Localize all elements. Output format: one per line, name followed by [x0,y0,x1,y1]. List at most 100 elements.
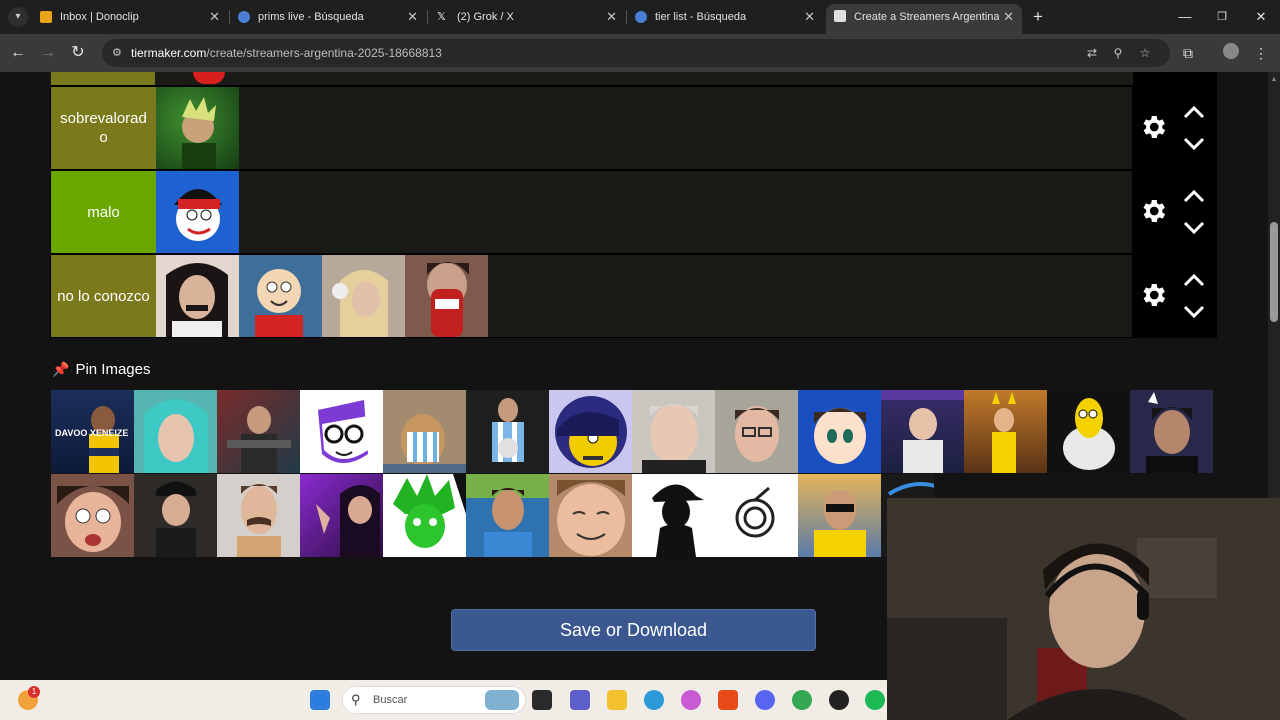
streamer-avatar-image [555,396,627,468]
gear-icon[interactable] [1138,196,1168,226]
tier-item[interactable] [322,255,405,337]
copilot-icon[interactable] [681,690,701,710]
streamer-avatar-image [814,490,866,557]
tier-label[interactable]: no lo conozco [51,255,156,337]
tier-item[interactable] [193,72,225,84]
teams-icon[interactable] [570,690,590,710]
tier-item[interactable] [405,255,488,337]
site-info-icon[interactable]: ⚙ [112,46,126,60]
forward-icon[interactable]: → [38,42,58,64]
browser-menu-icon[interactable]: ⋮ [1251,43,1271,63]
pool-item[interactable] [798,390,881,473]
pool-item[interactable] [300,474,383,557]
streamer-avatar-image [332,270,388,337]
pin-images-header[interactable]: 📌 Pin Images [52,359,150,379]
pool-item[interactable] [549,474,632,557]
streamer-avatar-image [166,263,228,337]
bookmark-star-icon[interactable]: ☆ [1137,45,1153,61]
url-text[interactable]: tiermaker.com/create/streamers-argentina… [131,39,442,67]
close-icon[interactable]: ✕ [804,5,815,29]
pool-item[interactable] [632,474,715,557]
pool-item[interactable] [1130,390,1213,473]
pool-item[interactable] [715,474,798,557]
tier-item[interactable] [156,171,239,253]
pool-item[interactable] [466,390,549,473]
mail-icon [40,11,52,23]
tab-tier-list-search[interactable]: tier list - Búsqueda ✕ [627,5,823,29]
tier-label[interactable]: malo [51,171,156,253]
streamer-avatar-image [393,474,466,548]
tab-inbox[interactable]: Inbox | Donoclip ✕ [32,5,228,29]
gear-icon[interactable] [1138,280,1168,310]
window-close-icon[interactable]: ✕ [1252,7,1270,27]
pool-item[interactable] [134,474,217,557]
discord-icon[interactable] [755,690,775,710]
chrome-icon[interactable] [792,690,812,710]
webcam-video [887,498,1280,720]
pool-item[interactable] [383,474,466,557]
save-or-download-button[interactable]: Save or Download [451,609,816,651]
pool-item[interactable] [51,474,134,557]
file-explorer-icon[interactable] [607,690,627,710]
move-up-icon[interactable] [1182,189,1206,203]
reload-icon[interactable]: ↻ [68,42,88,64]
taskbar-search[interactable]: ⚲ Buscar [342,686,526,714]
extensions-icon[interactable]: ⧉ [1178,43,1198,63]
pool-item-text: DAVOO XENEIZE [55,428,128,438]
move-down-icon[interactable] [1182,221,1206,235]
tab-search-menu-button[interactable]: ▾ [8,7,28,27]
move-up-icon[interactable] [1182,105,1206,119]
pool-item[interactable] [134,390,217,473]
pool-item[interactable] [881,390,964,473]
profile-avatar[interactable] [1221,43,1241,63]
tier-controls [1132,87,1216,169]
pool-item[interactable] [383,390,466,473]
translate-icon[interactable]: ⇄ [1084,45,1100,61]
minimize-icon[interactable]: — [1176,7,1194,27]
notification-badge: 1 [28,686,40,698]
restore-icon[interactable]: ❐ [1213,7,1231,27]
spotify-icon[interactable] [865,690,885,710]
pool-item[interactable] [715,390,798,473]
tab-prims-live[interactable]: prims live - Búsqueda ✕ [230,5,426,29]
tier-label[interactable]: sobrevalorad o [51,87,156,169]
pool-item[interactable] [632,390,715,473]
gear-icon[interactable] [1138,112,1168,142]
brave-icon[interactable] [718,690,738,710]
pool-item[interactable] [798,474,881,557]
windows-start-icon[interactable] [310,690,330,710]
pool-item[interactable] [300,390,383,473]
tab-grok[interactable]: 𝕏 (2) Grok / X ✕ [429,5,625,29]
close-icon[interactable]: ✕ [999,4,1014,30]
pool-item[interactable] [549,390,632,473]
obs-icon[interactable] [829,690,849,710]
pool-item[interactable] [964,390,1047,473]
pool-item[interactable] [466,474,549,557]
zoom-icon[interactable]: ⚲ [1110,45,1126,61]
address-bar[interactable]: ⚙ tiermaker.com/create/streamers-argenti… [102,39,1170,67]
new-tab-button[interactable]: + [1030,7,1046,27]
close-icon[interactable]: ✕ [209,5,220,29]
taskbar-search-placeholder: Buscar [373,694,408,706]
scrollbar-thumb[interactable] [1270,222,1278,322]
streamer-avatar-image [642,404,706,473]
task-view-icon[interactable] [532,690,552,710]
pool-item[interactable] [1047,390,1130,473]
back-icon[interactable]: ← [8,42,28,64]
scroll-up-icon[interactable]: ▲ [1270,76,1278,84]
tier-item[interactable] [239,255,322,337]
move-down-icon[interactable] [1182,305,1206,319]
tab-tiermaker-active[interactable]: Create a Streamers Argentina 2 ✕ [826,4,1022,34]
tier-item[interactable] [156,255,239,337]
pool-item[interactable] [217,474,300,557]
close-icon[interactable]: ✕ [407,5,418,29]
tier-item[interactable] [156,87,239,169]
move-down-icon[interactable] [1182,137,1206,151]
move-up-icon[interactable] [1182,273,1206,287]
pool-item[interactable] [217,390,300,473]
pool-item[interactable]: DAVOO XENEIZE [51,390,134,473]
close-icon[interactable]: ✕ [606,5,617,29]
streamer-avatar-image [174,189,222,241]
edge-icon[interactable] [644,690,664,710]
windows-taskbar: 1 ⚲ Buscar [0,680,887,720]
